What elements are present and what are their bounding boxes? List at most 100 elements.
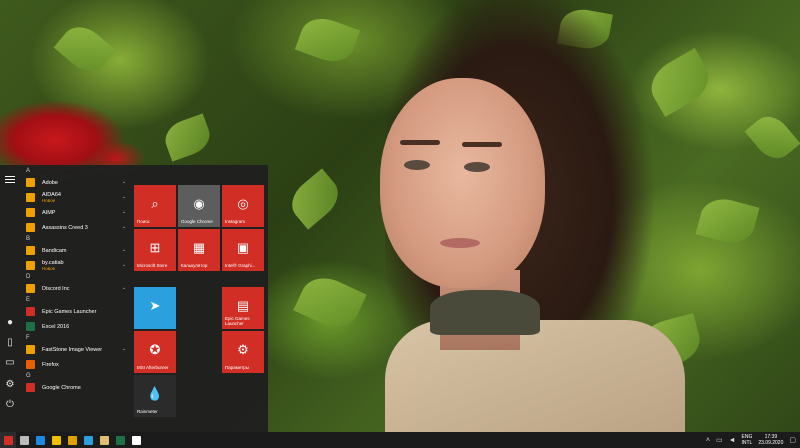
chevron-down-icon[interactable]: ⌄ [122,247,126,253]
taskbar-button[interactable] [48,432,64,448]
app-list-item[interactable]: FastStone Image Viewer ⌄ [22,342,130,357]
app-name: Assassins Creed 3 [42,224,88,231]
letter-header[interactable]: A [22,167,130,175]
app-list-item[interactable]: Excel 2016 [22,319,130,334]
settings-icon[interactable]: ⚙ [4,379,16,391]
excel-icon [115,435,125,445]
app-list-item[interactable]: Discord Inc ⌄ [22,281,130,296]
wallpaper-person-eye [404,160,430,170]
start-menu-rail: ● ▯ ▭ ⚙ ⏻ [0,165,20,433]
document-icon[interactable]: ▯ [4,337,16,349]
chevron-down-icon[interactable]: ⌄ [122,209,126,215]
chevron-up-icon[interactable]: ˄ [706,437,710,444]
chevron-down-icon[interactable]: ⌄ [122,346,126,352]
wallpaper-person-lips [440,238,480,248]
wallpaper-person-face [380,78,545,288]
file-explorer-icon [51,435,61,445]
firefox-icon [26,360,35,369]
taskbar-button[interactable] [16,432,32,448]
tile-label: Калькулятор [181,263,208,268]
chrome-icon [26,383,35,392]
tile[interactable]: 💧 Rainmeter [134,375,176,417]
app-name: Excel 2016 [42,323,70,330]
clock[interactable]: 17:39 23.09.2020 [758,434,783,446]
chevron-down-icon[interactable]: ⌄ [122,194,126,200]
network-icon[interactable]: ▭ [716,436,723,444]
excel-icon [26,322,35,331]
tile[interactable]: ⌕ Поиск [134,185,176,227]
telegram-icon [83,435,93,445]
app-list: A Adobe ⌄ AIDA64 Новое ⌄ AIMP ⌄ Assassins Creed … [22,167,130,433]
app-list-item[interactable]: AIMP ⌄ [22,205,130,220]
tile-label: Google Chrome [181,219,213,224]
instagram-icon: ◎ [237,195,249,211]
folder-icon [26,223,35,232]
app-list-item[interactable]: Adobe ⌄ [22,175,130,190]
app-list-item[interactable]: Google Chrome [22,380,130,395]
volume-icon[interactable]: ◄ [729,437,736,444]
taskbar-button[interactable] [80,432,96,448]
task-view-icon [35,435,45,445]
app-name: Firefox [42,361,59,368]
taskbar: ˄ ▭ ◄ ENG INTL 17:39 23.09.2020 ▢ [0,432,800,448]
app-list-item[interactable]: by.catiab Новое ⌄ [22,258,130,273]
wallpaper-leaf [744,109,800,166]
tile[interactable]: ▤ Epic Games Launcher [222,287,264,329]
folder-icon [99,435,109,445]
wallpaper-leaf [53,18,117,80]
tile[interactable]: ⊞ Microsoft Store [134,229,176,271]
system-tray: ˄ ▭ ◄ ENG INTL 17:39 23.09.2020 ▢ [706,432,796,448]
tile[interactable]: ⚙ Параметры [222,331,264,373]
power-icon[interactable]: ⏻ [4,399,16,411]
app-list-item[interactable]: Epic Games Launcher [22,304,130,319]
letter-header[interactable]: E [22,296,130,304]
search-icon: ⌕ [151,195,159,211]
epic-games-icon: ▤ [236,297,250,313]
store-icon [131,435,141,445]
tile[interactable]: ➤ [134,287,176,329]
wallpaper-person-brow [400,140,440,145]
chevron-down-icon[interactable]: ⌄ [122,179,126,185]
tile[interactable]: ✪ MSI Afterburner [134,331,176,373]
msi-afterburner-icon: ✪ [149,341,161,357]
wallpaper-leaf [283,168,347,230]
taskbar-button[interactable] [32,432,48,448]
letter-header[interactable]: B [22,235,130,243]
taskbar-button[interactable] [128,432,144,448]
taskbar-button[interactable] [112,432,128,448]
user-icon[interactable]: ● [4,317,16,329]
tile-label: Rainmeter [137,409,158,414]
clock-date: 23.09.2020 [758,440,784,446]
pictures-icon[interactable]: ▭ [4,357,16,369]
language-layout: INTL [741,440,753,446]
app-list-item[interactable]: Bandicam ⌄ [22,243,130,258]
app-name: Bandicam [42,247,67,254]
taskbar-button[interactable] [64,432,80,448]
letter-header[interactable]: F [22,334,130,342]
tile-label: Intel® Graphi... [225,263,256,268]
chrome-icon: ◉ [193,195,205,211]
chevron-down-icon[interactable]: ⌄ [122,262,126,268]
tile[interactable]: ◉ Google Chrome [178,185,220,227]
app-name: AIMP [42,209,56,216]
new-badge: Новое [42,265,56,271]
letter-header[interactable]: G [22,372,130,380]
tile[interactable]: ▦ Калькулятор [178,229,220,271]
chevron-down-icon[interactable]: ⌄ [122,224,126,230]
app-name: Adobe [42,179,58,186]
app-list-item[interactable]: Firefox [22,357,130,372]
notifications-icon[interactable]: ▢ [789,436,796,444]
app-list-item[interactable]: AIDA64 Новое ⌄ [22,190,130,205]
tile[interactable]: ▣ Intel® Graphi... [222,229,264,271]
chevron-down-icon[interactable]: ⌄ [122,285,126,291]
language-indicator[interactable]: ENG INTL [742,434,753,446]
tile[interactable]: ◎ Instagram [222,185,264,227]
hamburger-icon[interactable] [5,174,15,185]
wallpaper-person-collar [430,290,540,335]
wallpaper-leaf [293,269,367,336]
taskbar-button[interactable] [96,432,112,448]
taskbar-button[interactable] [0,432,16,448]
folder-icon [26,178,35,187]
app-list-item[interactable]: Assassins Creed 3 ⌄ [22,220,130,235]
letter-header[interactable]: D [22,273,130,281]
